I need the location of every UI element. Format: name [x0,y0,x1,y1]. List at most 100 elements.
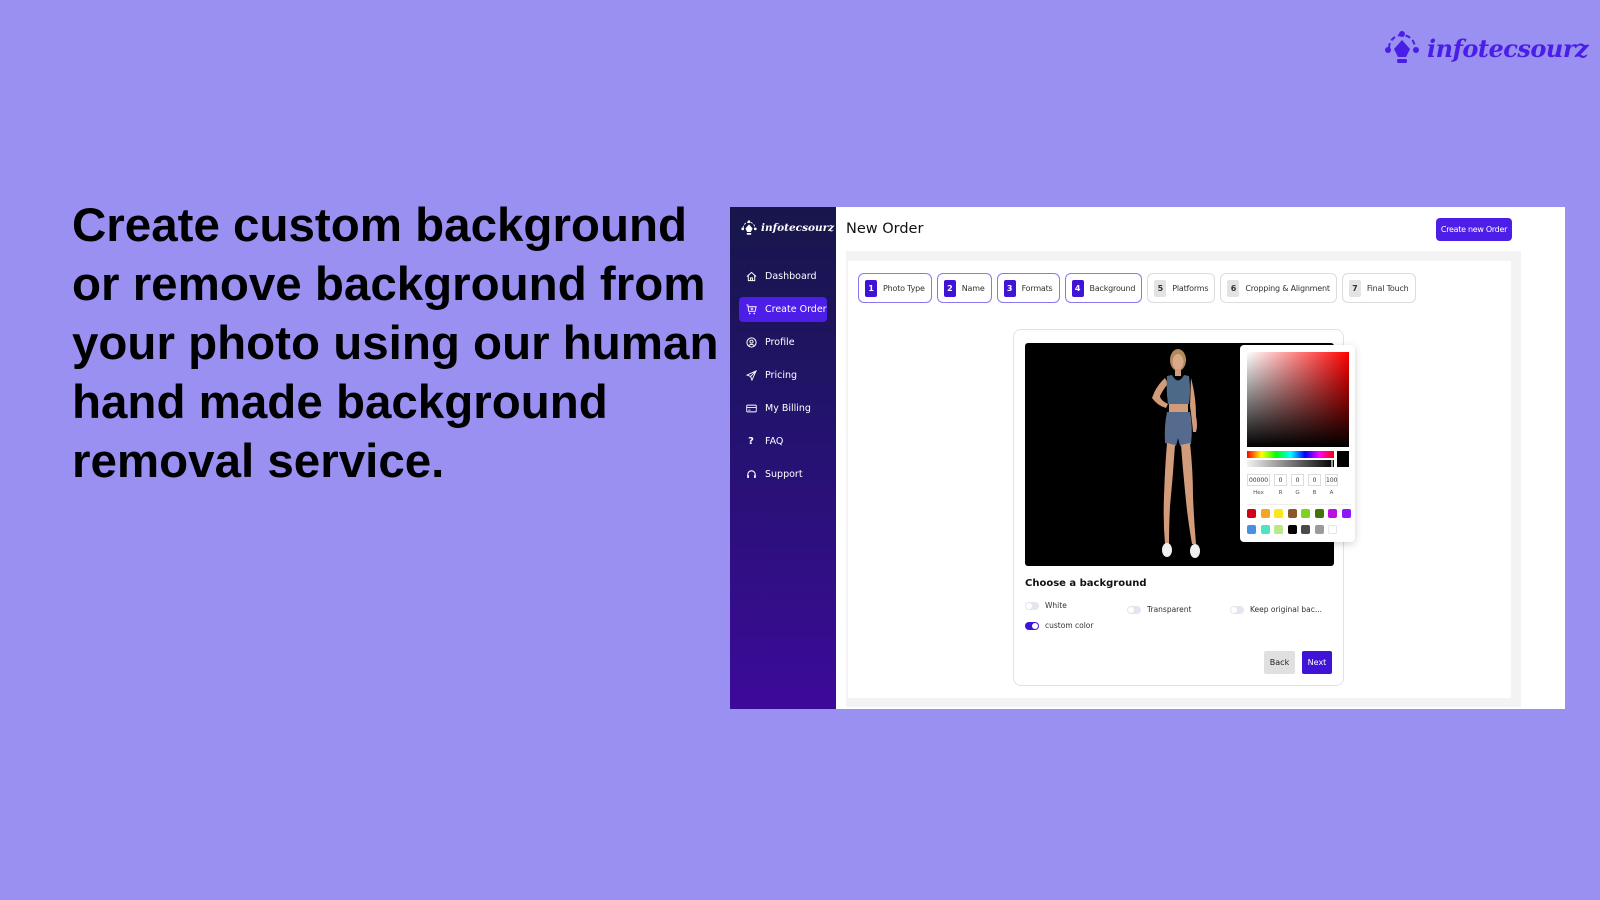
stepper: 1 Photo Type 2 Name 3 Formats 4 Backgrou… [858,273,1416,303]
color-swatches [1247,504,1351,534]
content-area: 1 Photo Type 2 Name 3 Formats 4 Backgrou… [846,251,1521,707]
headline: Create custom background or remove backg… [72,199,719,488]
step-number: 3 [1003,279,1016,297]
sidebar-item-label: Create Order [765,304,827,315]
option-label: custom color [1045,621,1094,630]
step-label: Background [1089,283,1136,293]
main-content: New Order Create new Order 1 Photo Type … [836,207,1565,709]
a-label: A [1329,490,1334,496]
step-number: 6 [1227,279,1240,297]
option-label: Transparent [1147,605,1192,614]
hue-slider[interactable] [1247,451,1334,458]
next-button[interactable]: Next [1302,651,1332,674]
option-custom-color[interactable]: custom color [1025,621,1093,630]
step-number: 4 [1071,279,1084,297]
color-swatch[interactable] [1247,509,1256,518]
brand-pen-icon [1385,31,1419,63]
toggle-switch[interactable] [1025,621,1039,630]
sidebar-item-faq[interactable]: ? FAQ [739,429,827,454]
step-final-touch[interactable]: 7 Final Touch [1341,273,1416,303]
color-swatch[interactable] [1247,525,1256,534]
color-swatch[interactable] [1341,509,1351,518]
r-input[interactable] [1274,474,1287,486]
app-window: infotecsourz Dashboard Create Order Prof… [730,207,1565,709]
brand-name: infotecsourz [1427,33,1589,63]
step-cropping-alignment[interactable]: 6 Cropping & Alignment [1220,273,1337,303]
background-card: Hex R G B A Choose a background White [1013,329,1355,686]
step-name[interactable]: 2 Name [936,273,992,303]
sidebar-item-create-order[interactable]: Create Order [739,297,827,322]
step-label: Cropping & Alignment [1245,283,1330,293]
choose-background-heading: Choose a background [1025,578,1147,589]
brand-logo: infotecsourz [1383,28,1589,68]
color-swatch[interactable] [1260,509,1270,518]
color-preview [1337,451,1349,467]
step-label: Final Touch [1366,283,1409,293]
option-transparent[interactable]: Transparent [1127,605,1191,614]
option-white[interactable]: White [1025,601,1067,610]
home-icon [745,271,757,283]
alpha-slider[interactable] [1247,460,1334,467]
sidebar-item-dashboard[interactable]: Dashboard [739,264,827,289]
color-swatch[interactable] [1314,525,1324,534]
sidebar-item-label: Profile [765,337,795,348]
option-label: Keep original bac... [1250,605,1322,614]
model-photo [1152,349,1200,558]
g-label: G [1295,490,1300,496]
toggle-switch[interactable] [1127,605,1141,614]
option-keep-original[interactable]: Keep original bac... [1230,605,1322,614]
send-icon [745,370,757,382]
g-input[interactable] [1291,474,1304,486]
toggle-switch[interactable] [1025,601,1039,610]
b-input[interactable] [1308,474,1321,486]
color-swatch[interactable] [1301,509,1310,518]
step-number: 5 [1154,279,1167,297]
color-swatch[interactable] [1314,509,1324,518]
step-label: Formats [1021,283,1053,293]
logo-icon [741,220,757,235]
step-background[interactable]: 4 Background [1064,273,1143,303]
user-circle-icon [745,337,757,349]
r-label: R [1278,490,1283,496]
color-swatch[interactable] [1274,525,1283,534]
hex-label: Hex [1253,490,1264,496]
sidebar-item-label: Dashboard [765,271,817,282]
cart-icon [745,304,757,316]
hex-input[interactable] [1247,474,1270,486]
step-number: 2 [943,279,956,297]
step-platforms[interactable]: 5 Platforms [1147,273,1216,303]
saturation-area[interactable] [1247,352,1349,447]
create-new-order-button[interactable]: Create new Order [1436,218,1512,241]
color-swatch[interactable] [1328,509,1337,518]
toggle-switch[interactable] [1230,605,1244,614]
color-picker: Hex R G B A [1240,345,1355,542]
step-photo-type[interactable]: 1 Photo Type [858,273,932,303]
page-title: New Order [846,221,924,237]
color-swatch[interactable] [1287,525,1297,534]
color-swatch[interactable] [1274,509,1283,518]
step-formats[interactable]: 3 Formats [996,273,1060,303]
color-swatch[interactable] [1328,525,1337,534]
sidebar-logo[interactable]: infotecsourz [740,219,834,237]
color-swatch[interactable] [1260,525,1270,534]
b-label: B [1312,490,1317,496]
color-fields: Hex R G B A [1247,474,1338,496]
back-button[interactable]: Back [1264,651,1295,674]
sidebar-item-support[interactable]: Support [739,462,827,487]
step-number: 7 [1348,279,1361,297]
sidebar-item-label: Pricing [765,370,798,381]
alpha-slider-thumb[interactable] [1331,460,1333,467]
sidebar-item-label: FAQ [765,436,784,447]
step-number: 1 [865,279,877,297]
sidebar-item-my-billing[interactable]: My Billing [739,396,827,421]
a-input[interactable] [1325,474,1338,486]
sidebar-logo-text: infotecsourz [761,222,835,234]
option-label: White [1045,601,1067,610]
sidebar-item-pricing[interactable]: Pricing [739,363,827,388]
color-swatch[interactable] [1287,509,1297,518]
sidebar-nav: Dashboard Create Order Profile Pricing M… [739,264,827,495]
color-swatch[interactable] [1301,525,1310,534]
sidebar-item-profile[interactable]: Profile [739,330,827,355]
step-label: Name [961,283,985,293]
step-label: Photo Type [883,283,925,293]
